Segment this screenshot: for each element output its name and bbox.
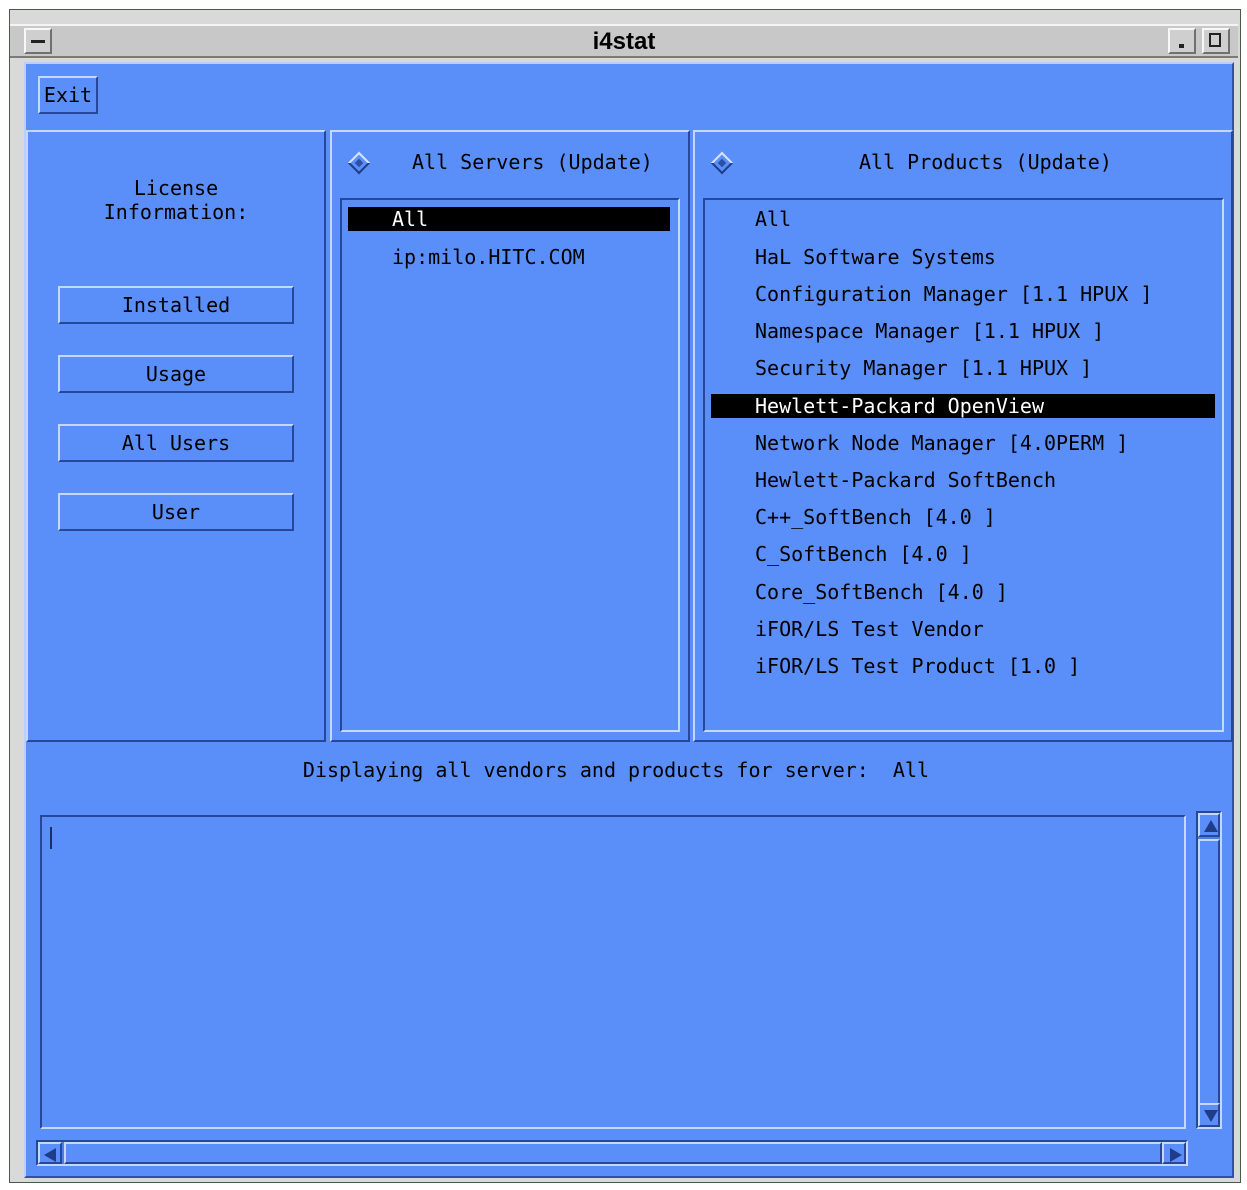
product-item[interactable]: Namespace Manager [1.1 HPUX ] xyxy=(755,319,1104,343)
output-text-area[interactable] xyxy=(40,815,1186,1129)
arrow-down-icon[interactable] xyxy=(1198,1103,1220,1127)
server-item-milo[interactable]: ip:milo.HITC.COM xyxy=(392,245,672,269)
window-title: i4stat xyxy=(592,28,656,55)
user-button[interactable]: User xyxy=(58,493,294,531)
status-message: Displaying all vendors and products for … xyxy=(302,758,930,782)
products-header[interactable]: All Products (Update) xyxy=(859,150,1112,174)
license-information-label: License Information: xyxy=(103,176,249,224)
text-cursor-icon xyxy=(48,827,54,849)
installed-button[interactable]: Installed xyxy=(58,286,294,324)
product-item[interactable]: iFOR/LS Test Product [1.0 ] xyxy=(755,654,1080,678)
vertical-scrollbar[interactable] xyxy=(1196,811,1222,1129)
arrow-up-icon[interactable] xyxy=(1198,813,1220,837)
product-item[interactable]: Configuration Manager [1.1 HPUX ] xyxy=(755,282,1152,306)
server-item-all[interactable]: All xyxy=(348,207,670,231)
horizontal-scrollbar[interactable] xyxy=(36,1140,1188,1166)
vertical-scroll-thumb[interactable] xyxy=(1198,839,1220,1105)
product-item[interactable]: HaL Software Systems xyxy=(755,245,996,269)
product-item[interactable]: Core_SoftBench [4.0 ] xyxy=(755,580,1008,604)
arrow-left-icon[interactable] xyxy=(38,1142,62,1164)
usage-button[interactable]: Usage xyxy=(58,355,294,393)
maximize-icon[interactable] xyxy=(1202,28,1230,54)
product-item[interactable]: C++_SoftBench [4.0 ] xyxy=(755,505,996,529)
arrow-right-icon[interactable] xyxy=(1162,1142,1186,1164)
minimize-icon[interactable] xyxy=(1168,28,1196,54)
product-item[interactable]: Security Manager [1.1 HPUX ] xyxy=(755,356,1092,380)
horizontal-scroll-thumb[interactable] xyxy=(64,1142,1162,1164)
all-users-button[interactable]: All Users xyxy=(58,424,294,462)
product-item-selected[interactable]: Hewlett-Packard OpenView xyxy=(711,394,1215,418)
product-item[interactable]: iFOR/LS Test Vendor xyxy=(755,617,984,641)
servers-list[interactable] xyxy=(340,198,680,732)
title-bar[interactable]: i4stat xyxy=(10,24,1238,58)
product-item[interactable]: All xyxy=(755,207,791,231)
product-item[interactable]: C_SoftBench [4.0 ] xyxy=(755,542,972,566)
exit-button[interactable]: Exit xyxy=(38,76,98,114)
product-item[interactable]: Network Node Manager [4.0PERM ] xyxy=(755,431,1128,455)
products-list[interactable] xyxy=(703,198,1224,732)
product-item[interactable]: Hewlett-Packard SoftBench xyxy=(755,468,1056,492)
servers-header[interactable]: All Servers (Update) xyxy=(412,150,653,174)
